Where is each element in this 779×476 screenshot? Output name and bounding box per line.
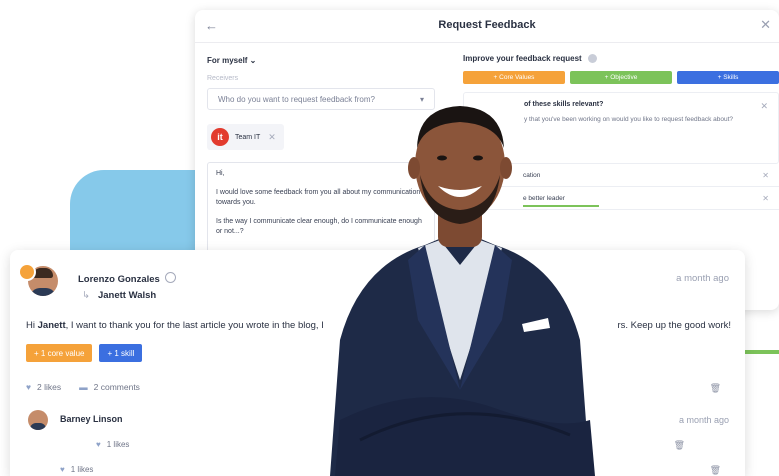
- post-meta: ♥ 2 likes ▬ 2 comments: [26, 382, 140, 392]
- globe-icon: [164, 272, 176, 283]
- post-author-name: Lorenzo Gonzales: [78, 274, 160, 285]
- trash-icon[interactable]: 🗑: [710, 465, 721, 476]
- remove-chip-icon[interactable]: ✕: [268, 132, 276, 143]
- heart-icon: ♥: [60, 465, 65, 474]
- for-myself-dropdown[interactable]: For myself ⌄: [207, 56, 435, 65]
- modal-title: Request Feedback: [438, 19, 536, 31]
- reply-likes-count: 1 likes: [106, 440, 130, 449]
- add-skills-button[interactable]: + Skills: [677, 71, 779, 84]
- comment-icon: ▬: [79, 382, 88, 392]
- post-text-start: Hi: [26, 320, 38, 331]
- reply-arrow-icon: ↳: [82, 290, 90, 301]
- remove-skill-icon[interactable]: ✕: [762, 171, 769, 180]
- recipient-name: Janett Walsh: [97, 290, 157, 301]
- post-timestamp: a month ago: [676, 273, 729, 284]
- trash-icon[interactable]: 🗑: [710, 383, 721, 394]
- close-icon[interactable]: ✕: [760, 17, 771, 33]
- remove-skill-icon[interactable]: ✕: [762, 194, 769, 203]
- likes-button[interactable]: ♥ 2 likes: [26, 382, 61, 392]
- post-author[interactable]: Lorenzo Gonzales: [78, 272, 176, 285]
- post-tags: + 1 core value + 1 skill: [26, 344, 143, 362]
- mentioned-name: Janett: [37, 320, 66, 331]
- post-text-middle: , I want to thank you for the last artic…: [65, 320, 324, 331]
- smiling-man-photo: [330, 106, 595, 476]
- add-core-values-button[interactable]: + Core Values: [463, 71, 565, 84]
- comments-count: 2 comments: [93, 382, 140, 392]
- receivers-label: Receivers: [207, 75, 239, 82]
- add-objective-button[interactable]: + Objective: [570, 71, 672, 84]
- improve-title: Improve your feedback request: [463, 54, 779, 63]
- receiver-chip-team-it: it Team IT ✕: [207, 124, 284, 150]
- category-buttons: + Core Values + Objective + Skills: [463, 71, 779, 84]
- reply-likes[interactable]: ♥ 1 likes: [96, 440, 129, 449]
- info-icon[interactable]: [587, 54, 597, 63]
- trash-icon[interactable]: 🗑: [674, 440, 685, 451]
- feedback-badge-icon: [18, 263, 36, 281]
- team-logo: it: [211, 128, 229, 146]
- post-recipient[interactable]: ↳ Janett Walsh: [82, 290, 156, 301]
- comments-button[interactable]: ▬ 2 comments: [79, 382, 140, 392]
- team-chip-label: Team IT: [235, 133, 261, 141]
- reply-likes[interactable]: ♥ 1 likes: [60, 465, 93, 474]
- reply-author[interactable]: Barney Linson: [60, 414, 123, 424]
- avatar[interactable]: [28, 410, 48, 430]
- core-value-tag[interactable]: + 1 core value: [26, 344, 93, 362]
- reply-likes-count: 1 likes: [70, 465, 94, 474]
- heart-icon: ♥: [96, 440, 101, 449]
- close-icon[interactable]: ✕: [760, 101, 768, 112]
- reply-timestamp: a month ago: [678, 415, 729, 425]
- improve-title-text: Improve your feedback request: [463, 54, 582, 63]
- heart-icon: ♥: [26, 382, 32, 392]
- modal-header: ← Request Feedback ✕: [195, 10, 779, 43]
- post-text-end: rs. Keep up the good work!: [617, 320, 731, 331]
- skill-tag[interactable]: + 1 skill: [99, 344, 143, 362]
- likes-count: 2 likes: [37, 382, 62, 392]
